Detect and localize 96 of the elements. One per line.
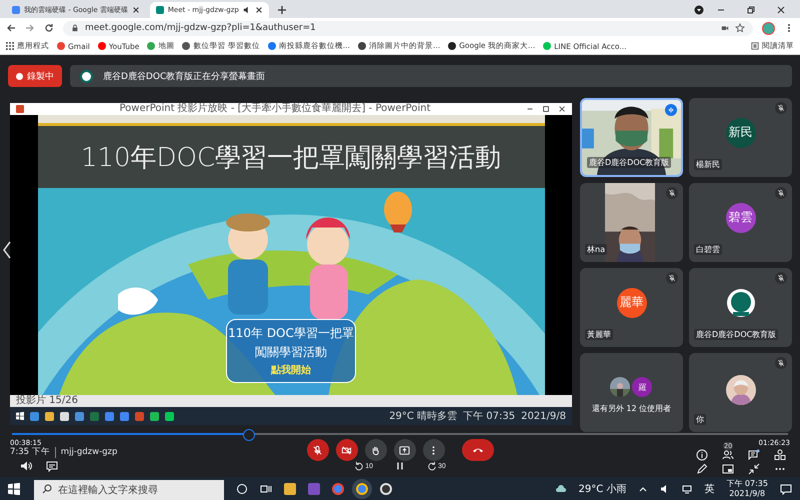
reload-icon[interactable] xyxy=(44,23,54,33)
present-button[interactable] xyxy=(394,439,416,461)
microphone-icon xyxy=(312,444,323,456)
network-icon[interactable] xyxy=(682,484,692,494)
apps-icon xyxy=(6,42,14,50)
hangup-button[interactable] xyxy=(462,439,494,461)
tab-favicon-icon xyxy=(12,6,20,14)
close-icon[interactable] xyxy=(776,5,786,15)
speaker-icon xyxy=(242,6,251,14)
more-button[interactable] xyxy=(422,439,444,461)
clock-date: 2021/9/8 xyxy=(521,410,566,422)
close-icon[interactable] xyxy=(132,6,140,14)
bookmark-icon xyxy=(182,42,190,50)
chat-icon[interactable] xyxy=(748,448,760,460)
playback-handle[interactable] xyxy=(242,429,255,441)
cortana-icon[interactable] xyxy=(236,482,248,494)
participant-name: 黃麗華 xyxy=(585,329,613,340)
bookmark-icon xyxy=(57,42,65,50)
task-view-icon[interactable] xyxy=(260,482,272,494)
bookmark-icon xyxy=(543,42,552,50)
bookmark-icon xyxy=(98,42,106,50)
captions-icon[interactable] xyxy=(46,460,58,472)
weather-text: 29°C 小雨 xyxy=(578,482,626,496)
new-tab-icon[interactable] xyxy=(276,5,287,15)
clock-time: 下午 07:35 xyxy=(726,478,768,488)
slide-counter: 投影片 15/26 xyxy=(16,395,78,406)
cloud-icon xyxy=(554,482,566,494)
initials-avatar: 新民 xyxy=(726,118,756,148)
slide-title: 110年DOC學習一把罩闖關學習活動 xyxy=(80,142,502,174)
participant-name: 你 xyxy=(694,414,706,425)
volume-icon[interactable] xyxy=(20,460,32,472)
slide-caption: 110年 DOC學習一把罩 xyxy=(228,325,354,342)
slide-caption: 闖關學習活動 xyxy=(255,344,327,361)
people-icon[interactable] xyxy=(722,448,734,460)
search-field[interactable]: 在這裡輸入文字來搜尋 xyxy=(34,480,224,500)
start-link[interactable]: 點我開始 xyxy=(271,363,311,377)
avatar-icon xyxy=(80,70,93,82)
logo-icon xyxy=(726,288,756,318)
windows-icon[interactable] xyxy=(8,482,20,494)
others-count[interactable]: 還有另外 12 位使用者 xyxy=(592,403,672,414)
recording-button[interactable]: 錄製中 xyxy=(8,65,62,87)
weather-text: 29°C 晴時多雲 xyxy=(389,410,458,423)
folder-icon[interactable] xyxy=(284,482,296,494)
forward-icon[interactable] xyxy=(25,23,35,33)
browser-icon[interactable] xyxy=(332,482,344,494)
restore-icon[interactable] xyxy=(746,5,756,15)
reading-list-icon xyxy=(751,42,759,50)
bookmark-icon xyxy=(448,42,456,50)
powerpoint-icon xyxy=(16,105,24,113)
info-icon[interactable] xyxy=(696,448,708,460)
profile-avatar[interactable] xyxy=(762,22,775,34)
star-icon[interactable] xyxy=(735,23,745,33)
pencil-icon[interactable] xyxy=(696,462,708,474)
input-language[interactable]: 英 xyxy=(704,482,714,496)
search-icon xyxy=(42,484,52,494)
tab-favicon-icon xyxy=(156,6,164,14)
app-icon[interactable] xyxy=(380,482,392,494)
restore-icon[interactable] xyxy=(542,105,550,113)
clock-time: 下午 07:35 xyxy=(463,410,516,423)
bookmark-icon xyxy=(147,42,156,50)
meeting-code: mjj-gdzw-gzp xyxy=(54,447,118,458)
camera-icon xyxy=(341,444,352,456)
camera-button[interactable] xyxy=(336,439,358,461)
sharing-message: 鹿谷D鹿谷DOC教育版正在分享螢幕畫面 xyxy=(103,70,266,82)
initials-avatar: 羅 xyxy=(632,377,652,397)
recording-dot-icon xyxy=(16,72,23,80)
previous-icon[interactable] xyxy=(2,240,12,260)
notifications-icon[interactable] xyxy=(780,482,792,494)
present-screen-icon xyxy=(399,444,410,456)
profile-menu-icon[interactable] xyxy=(694,5,704,15)
lock-icon xyxy=(71,24,79,32)
hand-button[interactable] xyxy=(364,439,386,461)
picture-in-picture-icon[interactable] xyxy=(722,462,734,474)
participant-name: 鹿谷D鹿谷DOC教育版 xyxy=(694,329,778,340)
close-icon[interactable] xyxy=(558,105,566,113)
participant-name: 楊新民 xyxy=(694,159,722,170)
mic-button[interactable] xyxy=(306,439,328,461)
bookmark-icon xyxy=(268,42,276,50)
window-title: PowerPoint 投影片放映 - [大手牽小手數位食華麗開去] - PowerPoint xyxy=(118,103,432,115)
exit-fullscreen-icon[interactable] xyxy=(748,462,760,474)
pause-icon[interactable] xyxy=(395,461,405,471)
participant-name: 白碧雲 xyxy=(694,244,722,255)
windows-icon[interactable] xyxy=(16,412,24,420)
meeting-time: 7:35 下午 xyxy=(10,447,50,458)
initials-avatar: 碧雲 xyxy=(726,202,756,232)
clock-date: 2021/9/8 xyxy=(729,488,766,498)
participant-name: 林na xyxy=(585,244,607,255)
participant-name: 鹿谷D鹿谷DOC教育版 xyxy=(587,157,672,168)
address-field[interactable]: meet.google.com/mjj-gdzw-gzp?pli=1&authuser=1 xyxy=(63,20,753,36)
camera-icon[interactable] xyxy=(721,24,729,32)
back-icon[interactable] xyxy=(6,23,16,33)
bookmark-icon xyxy=(358,42,366,50)
hand-icon xyxy=(370,444,381,456)
close-icon[interactable] xyxy=(254,6,263,14)
initials-avatar: 麗華 xyxy=(616,288,646,318)
activities-icon[interactable] xyxy=(774,448,786,460)
